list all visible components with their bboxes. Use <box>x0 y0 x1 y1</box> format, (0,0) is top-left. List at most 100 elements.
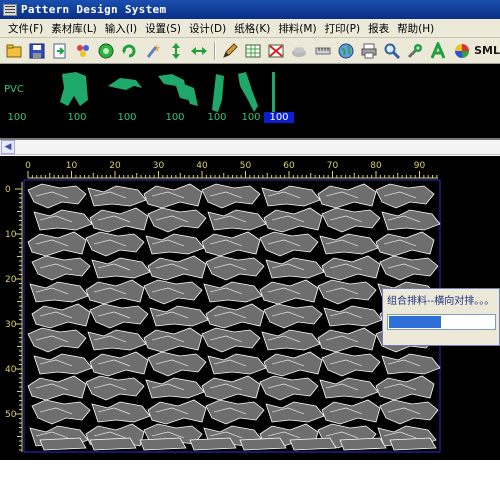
letter-a-icon[interactable] <box>428 40 449 62</box>
marker-piece <box>381 353 441 375</box>
title-bar: Pattern Design System <box>0 0 500 19</box>
y-tick-label: 50 <box>5 410 17 420</box>
toolbar-separator <box>214 41 217 60</box>
progress-bar <box>387 314 496 330</box>
green-circle-icon[interactable] <box>96 40 117 62</box>
y-tick-label: 30 <box>5 320 17 330</box>
marker-piece <box>261 329 321 351</box>
x-tick-label: 60 <box>283 161 295 171</box>
menu-settings[interactable]: 设置(S) <box>141 21 185 36</box>
color-wheel-icon[interactable] <box>451 40 472 62</box>
menu-file[interactable]: 文件(F) <box>4 21 47 36</box>
wrench-icon[interactable] <box>405 40 426 62</box>
scroll-track[interactable] <box>15 140 500 154</box>
piece-count-2: 100 <box>67 112 87 123</box>
pattern-piece-7[interactable] <box>266 70 280 114</box>
marker-piece <box>319 233 379 255</box>
marker-piece <box>265 257 325 279</box>
x-tick-label: 10 <box>66 161 78 171</box>
sml-button[interactable]: SML <box>474 44 500 57</box>
marker-piece-strip <box>139 437 187 451</box>
material-label: PVC <box>4 84 24 95</box>
open-icon[interactable] <box>3 40 24 62</box>
printer-icon[interactable] <box>358 40 379 62</box>
import-icon[interactable] <box>49 40 70 62</box>
grid-icon[interactable] <box>243 40 264 62</box>
menu-report[interactable]: 报表 <box>364 21 393 36</box>
move-vertical-icon[interactable] <box>165 40 186 62</box>
x-tick-label: 0 <box>25 161 31 171</box>
x-tick-label: 30 <box>153 161 165 171</box>
marker-piece <box>319 377 379 399</box>
ruler-icon[interactable] <box>312 40 333 62</box>
menu-marker[interactable]: 排料(M) <box>274 21 320 36</box>
marker-piece <box>87 185 147 207</box>
move-horizontal-icon[interactable] <box>188 40 209 62</box>
refresh-icon[interactable] <box>119 40 140 62</box>
pattern-piece-2[interactable] <box>106 70 146 100</box>
cloud-icon[interactable] <box>289 40 310 62</box>
pattern-piece-1[interactable] <box>56 70 92 110</box>
menu-input[interactable]: 输入(I) <box>101 21 141 36</box>
search-icon[interactable] <box>382 40 403 62</box>
marker-piece <box>203 281 263 303</box>
x-tick-label: 80 <box>370 161 382 171</box>
marker-piece <box>33 353 93 375</box>
piece-count-6: 100 <box>241 112 261 123</box>
pattern-piece-4[interactable] <box>174 70 204 110</box>
marker-piece <box>149 305 209 327</box>
menu-library[interactable]: 素材库(L) <box>47 21 101 36</box>
empty-area <box>0 460 500 500</box>
app-icon <box>3 3 17 16</box>
piece-count-7-selected[interactable]: 100 <box>264 112 294 123</box>
marker-piece-strip <box>189 437 237 451</box>
x-tick-label: 70 <box>327 161 339 171</box>
pattern-pieces-panel: PVC 100 100 100 100 100 100 100 <box>0 64 500 140</box>
window-title: Pattern Design System <box>21 3 167 16</box>
menu-design[interactable]: 设计(D) <box>185 21 230 36</box>
marker-piece <box>265 401 325 423</box>
x-tick-label: 90 <box>414 161 426 171</box>
x-tick-label: 20 <box>109 161 121 171</box>
scroll-left-icon[interactable]: ◀ <box>1 140 15 154</box>
pencil-icon[interactable] <box>219 40 240 62</box>
marker-piece-strip <box>39 437 87 451</box>
palette-icon[interactable] <box>72 40 93 62</box>
progress-dialog: 组合排料--横向对排。。。 <box>382 288 500 346</box>
y-tick-label: 20 <box>5 275 17 285</box>
marker-piece-strip <box>389 437 437 451</box>
horizontal-scrollbar[interactable]: ◀ <box>0 140 500 155</box>
marker-piece <box>145 233 205 255</box>
pattern-piece-6[interactable] <box>232 70 262 114</box>
marker-piece <box>207 353 267 375</box>
marker-piece <box>207 209 267 231</box>
menu-print[interactable]: 打印(P) <box>321 21 365 36</box>
y-tick-label: 10 <box>5 230 17 240</box>
marker-piece-strip <box>89 437 137 451</box>
globe-icon[interactable] <box>335 40 356 62</box>
piece-count-5: 100 <box>207 112 227 123</box>
wand-icon[interactable] <box>142 40 163 62</box>
marker-piece <box>33 209 93 231</box>
y-tick-label: 0 <box>5 185 11 195</box>
y-tick-label: 40 <box>5 365 17 375</box>
x-tick-label: 50 <box>240 161 252 171</box>
marker-piece <box>381 209 441 231</box>
progress-bar-fill <box>389 316 441 328</box>
marker-piece-strip <box>289 437 337 451</box>
x-tick-label: 40 <box>196 161 208 171</box>
marker-piece <box>323 305 383 327</box>
menu-bar: 文件(F) 素材库(L) 输入(I) 设置(S) 设计(D) 纸格(K) 排料(… <box>0 19 500 38</box>
marker-piece <box>145 377 205 399</box>
toolbar: SML <box>0 38 500 64</box>
delete-grid-icon[interactable] <box>266 40 287 62</box>
progress-title: 组合排料--横向对排。。。 <box>387 296 495 307</box>
menu-help[interactable]: 帮助(H) <box>393 21 438 36</box>
marker-piece-strip <box>239 437 287 451</box>
marker-piece <box>91 401 151 423</box>
marker-piece <box>261 185 321 207</box>
pattern-piece-5[interactable] <box>204 70 230 114</box>
piece-count-1: 100 <box>7 112 27 123</box>
save-icon[interactable] <box>26 40 47 62</box>
menu-pattern[interactable]: 纸格(K) <box>230 21 274 36</box>
